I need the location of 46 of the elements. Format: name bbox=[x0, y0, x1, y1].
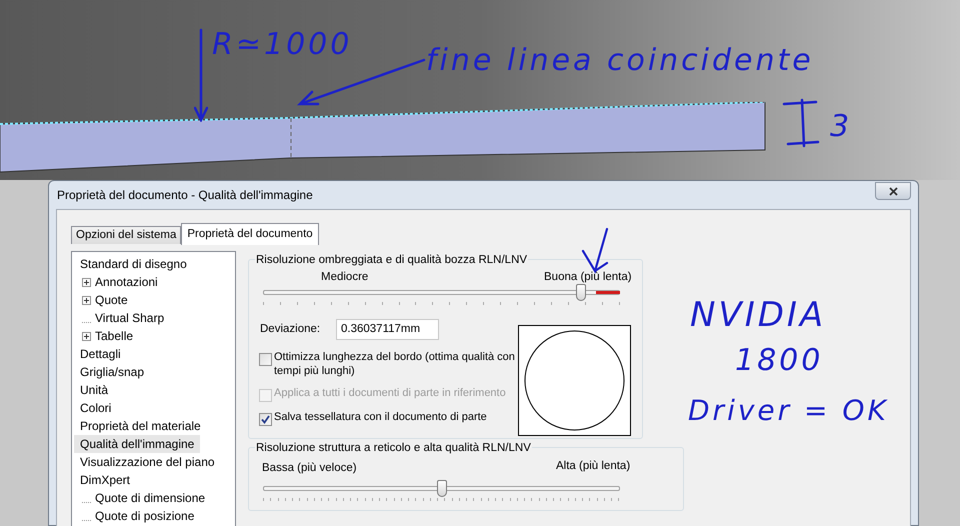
close-icon bbox=[888, 186, 898, 196]
tree-item[interactable]: Visualizzazione del piano bbox=[74, 453, 221, 471]
slider[interactable] bbox=[263, 284, 620, 301]
slider-label: Mediocre bbox=[321, 270, 368, 285]
tree-item[interactable]: Standard di disegno bbox=[74, 255, 193, 273]
tree-item[interactable]: Tabelle bbox=[95, 327, 134, 345]
expand-icon[interactable] bbox=[82, 278, 91, 286]
field-label: Deviazione: bbox=[260, 322, 320, 337]
slider-thumb[interactable] bbox=[576, 284, 586, 301]
tree-item[interactable]: Dettagli bbox=[74, 345, 127, 363]
slider-label: Bassa (più veloce) bbox=[262, 461, 357, 476]
tab[interactable]: Opzioni del sistema bbox=[71, 226, 182, 244]
tree-item[interactable]: Quote bbox=[95, 291, 128, 309]
checkbox[interactable] bbox=[259, 353, 272, 366]
handwritten-note: 3 bbox=[830, 108, 852, 146]
tree-item[interactable]: Quote di dimensione bbox=[95, 489, 206, 507]
tree-item[interactable]: Colori bbox=[74, 399, 118, 417]
checkbox[interactable] bbox=[259, 413, 272, 426]
slider-label: Buona (più lenta) bbox=[544, 270, 632, 285]
checkbox-label: Applica a tutti i documenti di parte in riferimento bbox=[274, 386, 506, 400]
expand-icon[interactable] bbox=[82, 332, 91, 340]
close-button[interactable] bbox=[875, 182, 911, 200]
tree-item[interactable]: Unità bbox=[74, 381, 114, 399]
range-marker bbox=[596, 291, 620, 294]
tree-item[interactable]: Quote di posizione bbox=[95, 507, 194, 525]
slider[interactable] bbox=[263, 480, 620, 497]
handwritten-note: Driver = OK bbox=[688, 393, 889, 429]
handwritten-note: fine linea coincidente bbox=[426, 42, 814, 80]
deviation-field[interactable]: 0.36037117mm bbox=[336, 319, 439, 340]
slider-thumb[interactable] bbox=[436, 480, 446, 497]
tree-item[interactable]: Annotazioni bbox=[95, 273, 158, 291]
expand-icon[interactable] bbox=[82, 296, 91, 304]
dimension-mark-drawing bbox=[782, 98, 822, 148]
window-title: Proprietà del documento - Qualità dell'immagine bbox=[57, 187, 313, 204]
tab[interactable]: Proprietà del documento bbox=[181, 223, 319, 245]
tree-item[interactable]: Griglia/snap bbox=[74, 363, 150, 381]
tree-item[interactable]: Qualità dell'immagine bbox=[74, 435, 200, 453]
tree-item[interactable]: Virtual Sharp bbox=[95, 309, 164, 327]
handwritten-note: 1800 bbox=[735, 342, 824, 380]
tree-item[interactable]: DimXpert bbox=[74, 471, 136, 489]
handwritten-note: R≃1000 bbox=[212, 26, 352, 64]
tree-item[interactable]: Proprietà del materiale bbox=[74, 417, 207, 435]
handwritten-note: NVIDIA bbox=[690, 294, 826, 337]
slider-label: Alta (più lenta) bbox=[556, 459, 630, 474]
checkbox-label: Salva tessellatura con il documento di parte bbox=[274, 410, 487, 424]
checkbox-label: Ottimizza lunghezza del bordo (ottima qualità con tempi più lunghi) bbox=[274, 350, 516, 378]
